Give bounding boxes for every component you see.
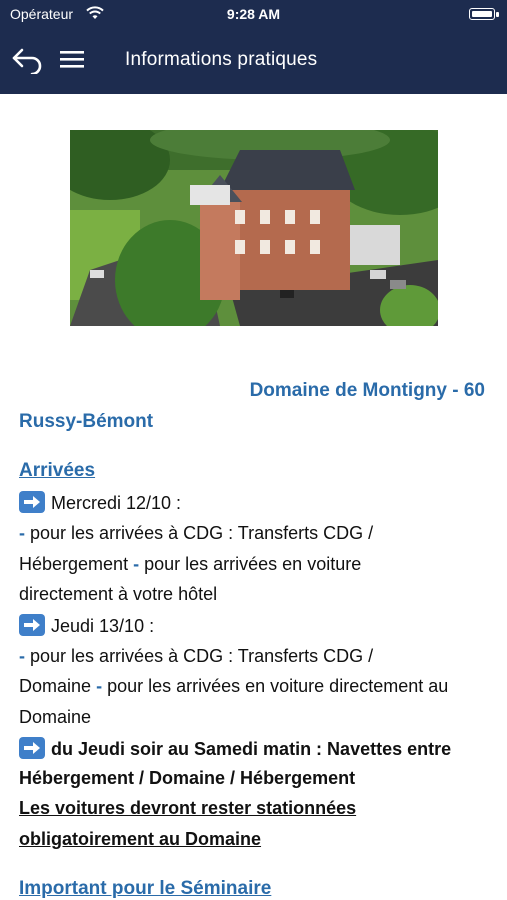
page-content: Domaine de Montigny - 60 Russy-Bémont Ar…	[0, 94, 507, 900]
day1-hebergement-text: Hébergement	[19, 554, 129, 574]
arrival-day2: Jeudi 13/10 :	[19, 614, 154, 636]
day2-line2: Domaine - pour les arrivées en voiture d…	[19, 676, 448, 696]
right-arrow-icon	[19, 491, 45, 513]
bullet-dash: -	[96, 676, 103, 696]
day2-cdg-text: pour les arrivées à CDG : Transferts CDG…	[30, 646, 374, 666]
day1-line3: directement à votre hôtel	[19, 584, 218, 604]
right-arrow-icon	[19, 737, 45, 759]
bullet-dash: -	[133, 554, 140, 574]
day2-line1: - pour les arrivées à CDG : Transferts C…	[19, 646, 373, 666]
parking-line1: Les voitures devront rester stationnées	[19, 798, 357, 818]
arrival-day1: Mercredi 12/10 :	[19, 491, 181, 513]
battery-tip	[496, 12, 499, 17]
day2-car-text: pour les arrivées en voiture directement…	[107, 676, 449, 696]
day2-domaine-text: Domaine	[19, 676, 92, 696]
day2-label: Jeudi 13/10 :	[51, 616, 155, 636]
day1-line2: Hébergement - pour les arrivées en voitu…	[19, 554, 361, 574]
shuttle-line1: du Jeudi soir au Samedi matin : Navettes…	[19, 737, 451, 759]
back-icon[interactable]	[10, 46, 44, 74]
day1-car-text: pour les arrivées en voiture	[144, 554, 362, 574]
status-bar: Opérateur 9:28 AM	[0, 4, 507, 24]
bullet-dash: -	[19, 646, 25, 666]
shuttle-line2: Hébergement / Domaine / Hébergement	[19, 768, 356, 788]
bullet-dash: -	[19, 523, 25, 543]
right-arrow-icon	[19, 614, 45, 636]
domain-aerial-photo	[70, 130, 438, 326]
day1-label: Mercredi 12/10 :	[51, 493, 182, 513]
arrivals-heading-link[interactable]: Arrivées	[19, 460, 95, 482]
shuttle-text: du Jeudi soir au Samedi matin : Navettes…	[51, 739, 452, 759]
day2-line3: Domaine	[19, 707, 92, 727]
hamburger-menu-icon[interactable]	[60, 49, 84, 69]
day1-cdg-text: pour les arrivées à CDG : Transferts CDG…	[30, 523, 374, 543]
parking-line2: obligatoirement au Domaine	[19, 829, 262, 849]
app-header: Opérateur 9:28 AM Informations pratiques	[0, 0, 507, 94]
battery-icon	[469, 8, 495, 20]
status-time: 9:28 AM	[226, 6, 281, 22]
page-title: Informations pratiques	[125, 49, 318, 70]
day1-line1: - pour les arrivées à CDG : Transferts C…	[19, 523, 373, 543]
venue-name: Domaine de Montigny - 60	[249, 380, 485, 401]
navigation-bar: Informations pratiques	[0, 38, 507, 82]
seminar-heading-link[interactable]: Important pour le Séminaire	[19, 878, 271, 900]
venue-location: Russy-Bémont	[19, 411, 154, 432]
